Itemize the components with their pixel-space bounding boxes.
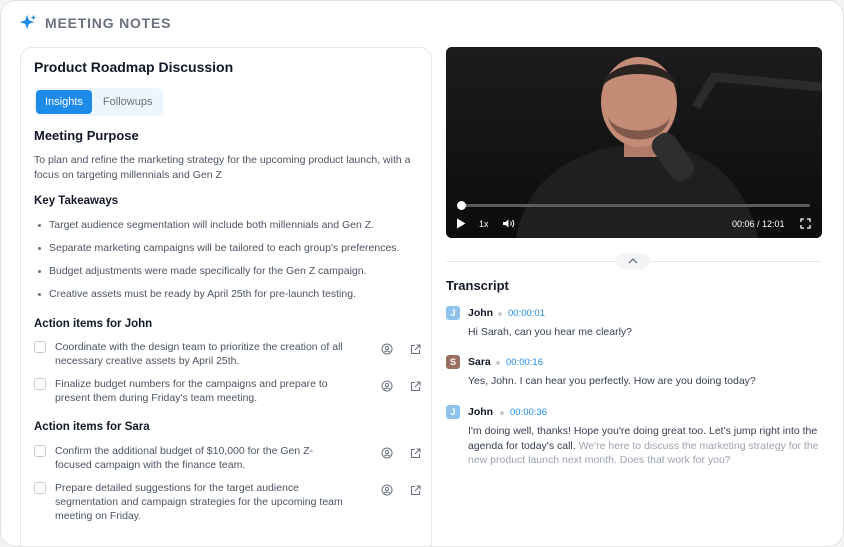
speaker-name: Sara [468,356,491,368]
transcript-heading: Transcript [446,278,509,293]
app-title: MEETING NOTES [45,15,172,31]
action-checkbox[interactable] [34,341,46,353]
volume-icon[interactable] [502,218,515,231]
playback-speed-button[interactable]: 1x [479,219,489,229]
timestamp-link[interactable]: 00:00:36 [510,407,547,418]
takeaways-list: Target audience segmentation will includ… [34,218,424,310]
separator-dot [500,411,504,415]
transcript-text: Hi Sarah, can you hear me clearly? [468,325,822,340]
collapse-button[interactable] [616,253,650,269]
assign-user-icon[interactable] [380,446,394,460]
transcript-text-spoken: Yes, John. I can hear you perfectly. How… [468,375,756,387]
transcript-text-spoken: Hi Sarah, can you hear me clearly? [468,326,632,338]
purpose-heading: Meeting Purpose [34,128,139,143]
video-time: 00:06 / 12:01 [732,219,785,229]
sparkle-icon [19,14,37,30]
takeaways-heading: Key Takeaways [34,195,119,207]
action-checkbox[interactable] [34,482,46,494]
transcript-text: Yes, John. I can hear you perfectly. How… [468,374,822,389]
video-player[interactable]: 1x 00:06 / 12:01 [446,47,822,238]
action-text: Coordinate with the design team to prior… [55,341,343,367]
takeaway-item: Creative assets must be ready by April 2… [34,287,424,310]
external-link-icon[interactable] [408,446,422,460]
john-actions-heading: Action items for John [34,318,153,330]
external-link-icon[interactable] [408,342,422,356]
document-title: Product Roadmap Discussion [34,59,234,75]
action-text: Confirm the additional budget of $10,000… [55,445,313,471]
assign-user-icon[interactable] [380,483,394,497]
timestamp-link[interactable]: 00:00:01 [508,308,545,319]
video-controls: 1x 00:06 / 12:01 [446,213,822,237]
app-window: MEETING NOTES Product Roadmap Discussion… [0,0,844,547]
assign-user-icon[interactable] [380,379,394,393]
speaker-name: John [468,307,494,319]
external-link-icon[interactable] [408,483,422,497]
separator-dot [498,312,502,316]
app-header: MEETING NOTES [19,13,171,33]
external-link-icon[interactable] [408,379,422,393]
avatar: S [446,355,460,369]
transcript-text: I'm doing well, thanks! Hope you're doin… [468,424,822,468]
action-text: Finalize budget numbers for the campaign… [55,378,328,404]
assign-user-icon[interactable] [380,342,394,356]
action-checkbox[interactable] [34,378,46,390]
tab-insights[interactable]: Insights [36,90,92,114]
avatar: J [446,306,460,320]
takeaway-item: Budget adjustments were made specificall… [34,264,424,287]
video-progress-bar[interactable] [456,201,810,210]
tab-bar: Insights Followups [34,88,164,116]
action-text: Prepare detailed suggestions for the tar… [55,482,343,522]
takeaway-item: Separate marketing campaigns will be tai… [34,241,424,264]
video-progress-handle[interactable] [456,201,466,210]
timestamp-link[interactable]: 00:00:16 [506,357,543,368]
tab-followups[interactable]: Followups [94,90,162,114]
chevron-up-icon [628,258,638,264]
speaker-name: John [468,406,494,418]
play-icon[interactable] [456,218,466,231]
takeaway-item: Target audience segmentation will includ… [34,218,424,241]
video-frame [446,47,822,238]
fullscreen-icon[interactable] [800,218,811,231]
notes-panel: Product Roadmap Discussion Insights Foll… [20,47,432,546]
sara-actions-heading: Action items for Sara [34,421,150,433]
avatar: J [446,405,460,419]
separator-dot [496,361,500,365]
purpose-text: To plan and refine the marketing strateg… [34,154,411,181]
action-checkbox[interactable] [34,445,46,457]
